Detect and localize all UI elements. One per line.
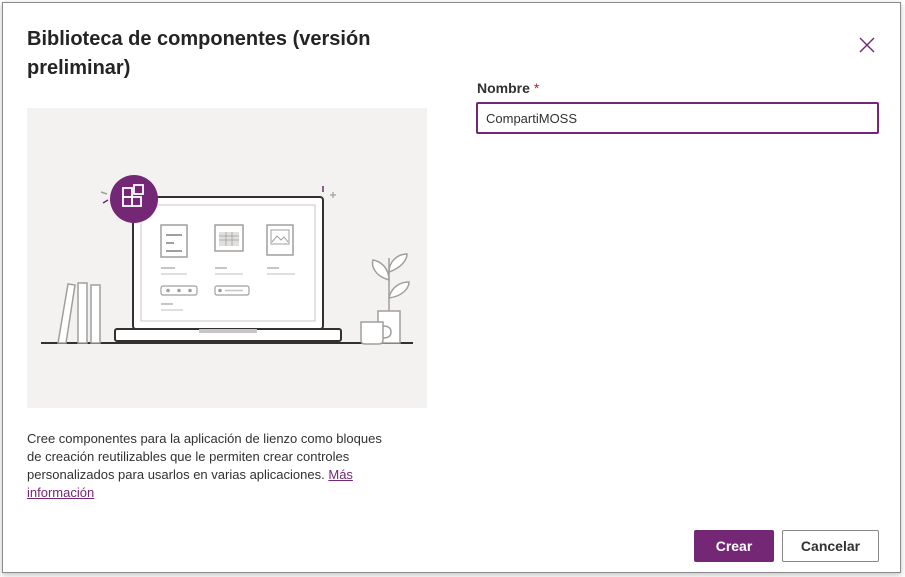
dialog-description: Cree componentes para la aplicación de l… bbox=[27, 430, 387, 502]
dialog-title: Biblioteca de componentes (versión preli… bbox=[27, 28, 371, 79]
component-library-dialog: Biblioteca de componentes (versión preli… bbox=[2, 2, 901, 573]
name-field-label: Nombre * bbox=[477, 80, 539, 96]
cancel-button[interactable]: Cancelar bbox=[782, 530, 879, 562]
required-mark: * bbox=[533, 80, 540, 96]
laptop-illustration bbox=[41, 175, 413, 345]
close-button[interactable] bbox=[853, 31, 881, 59]
name-input[interactable] bbox=[476, 102, 879, 134]
name-label-text: Nombre bbox=[477, 80, 530, 96]
create-button[interactable]: Crear bbox=[694, 530, 774, 562]
close-icon bbox=[859, 37, 875, 53]
illustration-panel bbox=[27, 108, 427, 408]
